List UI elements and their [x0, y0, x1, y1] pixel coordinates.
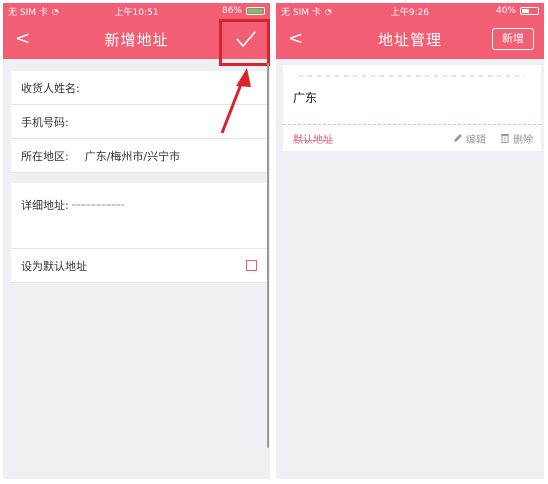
name-label: 收货人姓名: — [21, 81, 80, 95]
status-right: 86% — [222, 6, 265, 16]
status-left-right: 无 SIM 卡 ◔ — [281, 5, 332, 18]
status-bar-right: 无 SIM 卡 ◔ 上午9:26 40% — [276, 3, 544, 19]
battery-percent: 86% — [221, 6, 242, 16]
default-address-row[interactable]: 设为默认地址 — [11, 249, 267, 283]
screenshot-stage: 无 SIM 卡 ◔ 上午10:51 86% < 新增地址 收货人姓名: 手机号码… — [0, 0, 548, 484]
phone-field[interactable]: 手机号码: — [11, 105, 267, 139]
default-address-label[interactable]: 默认地址 — [293, 131, 333, 146]
region-value: 广东/梅州市/兴宁市 — [84, 149, 181, 163]
new-address-button[interactable]: 新增 — [492, 28, 534, 50]
nav-bar-right: < 地址管理 新增 — [276, 19, 544, 59]
wifi-icon: ◔ — [51, 6, 59, 16]
nav-bar: < 新增地址 — [3, 19, 270, 66]
address-region: 广东 — [293, 91, 318, 105]
address-card-body: 广东 — [283, 65, 541, 125]
region-field[interactable]: 所在地区: 广东/梅州市/兴宁市 — [11, 139, 267, 173]
address-management-screen: 无 SIM 卡 ◔ 上午9:26 40% < 地址管理 新增 广东 默认地址 编… — [276, 3, 544, 479]
check-highlight-box — [219, 19, 270, 66]
add-address-screen: 无 SIM 卡 ◔ 上午10:51 86% < 新增地址 收货人姓名: 手机号码… — [3, 3, 270, 479]
address-card-actions: 默认地址 编辑 删除 — [283, 125, 541, 151]
delete-label: 删除 — [513, 134, 533, 146]
wifi-icon-right: ◔ — [324, 6, 332, 16]
status-right-right: 40% — [496, 6, 539, 16]
region-label: 所在地区: — [21, 149, 69, 163]
edit-label: 编辑 — [466, 134, 486, 146]
default-checkbox[interactable] — [246, 260, 257, 271]
pencil-icon — [454, 134, 462, 142]
scrollbar[interactable] — [267, 63, 269, 448]
carrier-text-right: 无 SIM 卡 — [281, 7, 321, 18]
address-card[interactable]: 广东 默认地址 编辑 删除 — [283, 65, 541, 151]
name-field[interactable]: 收货人姓名: — [11, 71, 267, 105]
detail-block: 详细地址: 设为默认地址 — [11, 183, 267, 283]
phone-label: 手机号码: — [21, 115, 69, 129]
trash-icon — [501, 134, 509, 143]
back-icon-right[interactable]: < — [288, 30, 303, 48]
back-icon[interactable]: < — [15, 30, 30, 48]
carrier-text: 无 SIM 卡 — [8, 7, 48, 18]
battery-icon — [246, 7, 265, 15]
battery-percent-right: 40% — [495, 6, 516, 16]
status-bar: 无 SIM 卡 ◔ 上午10:51 86% — [3, 3, 270, 19]
battery-icon-right — [520, 7, 539, 15]
address-form: 收货人姓名: 手机号码: 所在地区: 广东/梅州市/兴宁市 — [11, 71, 267, 173]
default-label: 设为默认地址 — [21, 259, 87, 273]
edit-button[interactable]: 编辑 — [453, 131, 486, 146]
page-title: 新增地址 — [104, 30, 169, 49]
status-left: 无 SIM 卡 ◔ — [8, 5, 59, 18]
card-buttons: 编辑 删除 — [453, 131, 533, 146]
page-title-right: 地址管理 — [377, 30, 442, 49]
detail-address-field[interactable]: 详细地址: — [11, 183, 267, 249]
detail-label: 详细地址: — [21, 199, 69, 212]
blurred-detail — [71, 204, 124, 206]
delete-button[interactable]: 删除 — [500, 131, 533, 146]
